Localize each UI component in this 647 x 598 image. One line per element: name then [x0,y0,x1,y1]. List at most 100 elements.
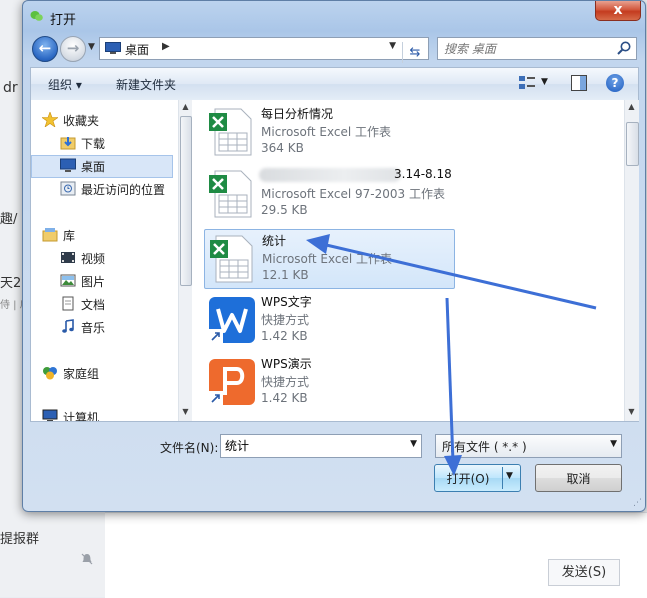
nav-item-favorites[interactable]: 收藏夹 [31,109,178,130]
navigation-scrollbar[interactable]: ▲ ▼ [178,100,192,421]
file-item[interactable]: WPS文字 快捷方式 1.42 KB [204,291,453,349]
file-type: 快捷方式 [261,375,310,389]
title-bar[interactable]: 打开 x [23,1,645,31]
split-divider [502,467,503,489]
close-button[interactable]: x [595,1,641,21]
desktop-icon [60,158,76,172]
nav-label: 桌面 [81,160,106,174]
background-fragment: 趣/ [0,212,18,227]
help-icon: ? [611,76,619,90]
chevron-down-icon[interactable]: ▼ [610,439,617,449]
nav-label: 音乐 [81,321,106,335]
file-item[interactable]: 每日分析情况 Microsoft Excel 工作表 364 KB [204,103,453,161]
search-icon[interactable] [616,40,632,56]
scroll-down-icon[interactable]: ▼ [625,407,638,419]
navigation-row: ← → ▼ 桌面 ▶ ▼ ⇆ [23,33,645,63]
file-size: 364 KB [261,141,304,155]
nav-item-computer[interactable]: 计算机 [31,406,178,421]
nav-item-libraries[interactable]: 库 [31,224,178,245]
file-type: Microsoft Excel 工作表 [261,125,392,139]
file-name: WPS文字 [261,295,312,309]
nav-label: 文档 [81,298,106,312]
file-type: Microsoft Excel 97-2003 工作表 [261,187,445,201]
search-box[interactable] [437,37,637,60]
documents-icon [62,296,74,311]
open-button[interactable]: 打开(O) ▼ [434,464,521,492]
close-icon: x [613,2,623,18]
file-item[interactable]: WPS演示 快捷方式 1.42 KB [204,353,453,411]
excel-icon [209,170,252,218]
excel-icon [210,235,253,283]
address-bar[interactable]: 桌面 ▶ ▼ ⇆ [99,37,429,63]
address-dropdown-icon[interactable]: ▼ [389,41,396,51]
nav-item-homegroup[interactable]: 家庭组 [31,362,178,383]
library-icon [42,228,58,242]
nav-item-downloads[interactable]: 下载 [31,132,178,153]
address-location[interactable]: 桌面 [125,41,149,58]
open-options-dropdown-icon[interactable]: ▼ [506,471,513,481]
chevron-down-icon[interactable]: ▼ [410,439,417,449]
chevron-down-icon: ▼ [88,42,95,52]
background-fragment: 提报群 [0,532,40,547]
refresh-button[interactable]: ⇆ [402,42,427,63]
filename-input[interactable] [221,435,401,455]
scrollbar-thumb[interactable] [180,116,192,286]
recent-places-icon [60,181,76,196]
view-dropdown-icon[interactable]: ▼ [541,77,548,87]
nav-label: 收藏夹 [63,114,100,128]
homegroup-icon [43,367,57,380]
wps-writer-icon [209,297,255,343]
breadcrumb-chevron-icon[interactable]: ▶ [162,41,170,52]
recent-locations-dropdown[interactable]: ▼ [88,42,96,52]
nav-label: 最近访问的位置 [81,183,166,197]
back-button[interactable]: ← [32,36,58,62]
nav-label: 库 [63,229,76,243]
refresh-icon: ⇆ [409,45,421,60]
nav-item-desktop[interactable]: 桌面 [31,155,173,178]
file-size: 1.42 KB [261,329,308,343]
star-icon [42,112,58,127]
file-size: 29.5 KB [261,203,308,217]
nav-item-pictures[interactable]: 图片 [31,270,178,291]
scroll-up-icon[interactable]: ▲ [179,102,192,114]
browser-area: 收藏夹 下载 桌面 最近访问的位置 库 视频 图片 文档 音乐 家庭组 计算机 … [30,100,639,422]
scroll-up-icon[interactable]: ▲ [625,102,638,114]
preview-pane-icon[interactable] [571,75,587,91]
filetype-value: 所有文件 ( *.* ) [442,440,527,454]
new-folder-button[interactable]: 新建文件夹 [116,76,176,93]
scroll-down-icon[interactable]: ▼ [179,407,192,419]
filetype-select[interactable]: 所有文件 ( *.* ) ▼ [435,434,622,458]
wps-presentation-icon [209,359,255,405]
excel-icon [209,108,252,156]
file-name: 统计 [262,234,287,248]
filename-combobox[interactable]: ▼ [220,434,422,458]
nav-label: 计算机 [63,411,100,421]
send-button[interactable]: 发送(S) [548,559,620,586]
scrollbar-thumb[interactable] [626,122,639,166]
organize-menu[interactable]: 组织 ▾ [48,76,82,93]
cancel-button[interactable]: 取消 [535,464,622,492]
music-icon [62,319,74,333]
nav-item-recent-places[interactable]: 最近访问的位置 [31,178,178,199]
file-list-scrollbar[interactable]: ▲ ▼ [624,100,639,421]
nav-label: 图片 [81,275,106,289]
mute-bell-icon [81,553,93,565]
file-item[interactable]: 3.14-8.18 Microsoft Excel 97-2003 工作表 29… [204,165,453,223]
nav-item-music[interactable]: 音乐 [31,316,178,337]
open-file-dialog: 打开 x ← → ▼ 桌面 ▶ ▼ ⇆ 组织 ▾ 新建文件夹 [22,0,646,512]
file-type: Microsoft Excel 工作表 [262,252,393,266]
forward-button[interactable]: → [60,36,86,62]
arrow-right-icon: → [66,39,80,57]
background-fragment: dr [3,80,18,96]
desktop-icon [105,42,121,54]
file-item-selected[interactable]: 统计 Microsoft Excel 工作表 12.1 KB [204,229,455,289]
dialog-title: 打开 [50,13,77,28]
view-options-icon[interactable] [518,74,536,92]
obscured-filename-blur [259,168,401,182]
search-input[interactable] [438,38,614,58]
nav-label: 家庭组 [63,367,100,381]
nav-item-videos[interactable]: 视频 [31,247,178,268]
help-button[interactable]: ? [606,74,624,92]
resize-grip-icon[interactable]: ⋰ [633,498,642,508]
nav-item-documents[interactable]: 文档 [31,293,178,314]
